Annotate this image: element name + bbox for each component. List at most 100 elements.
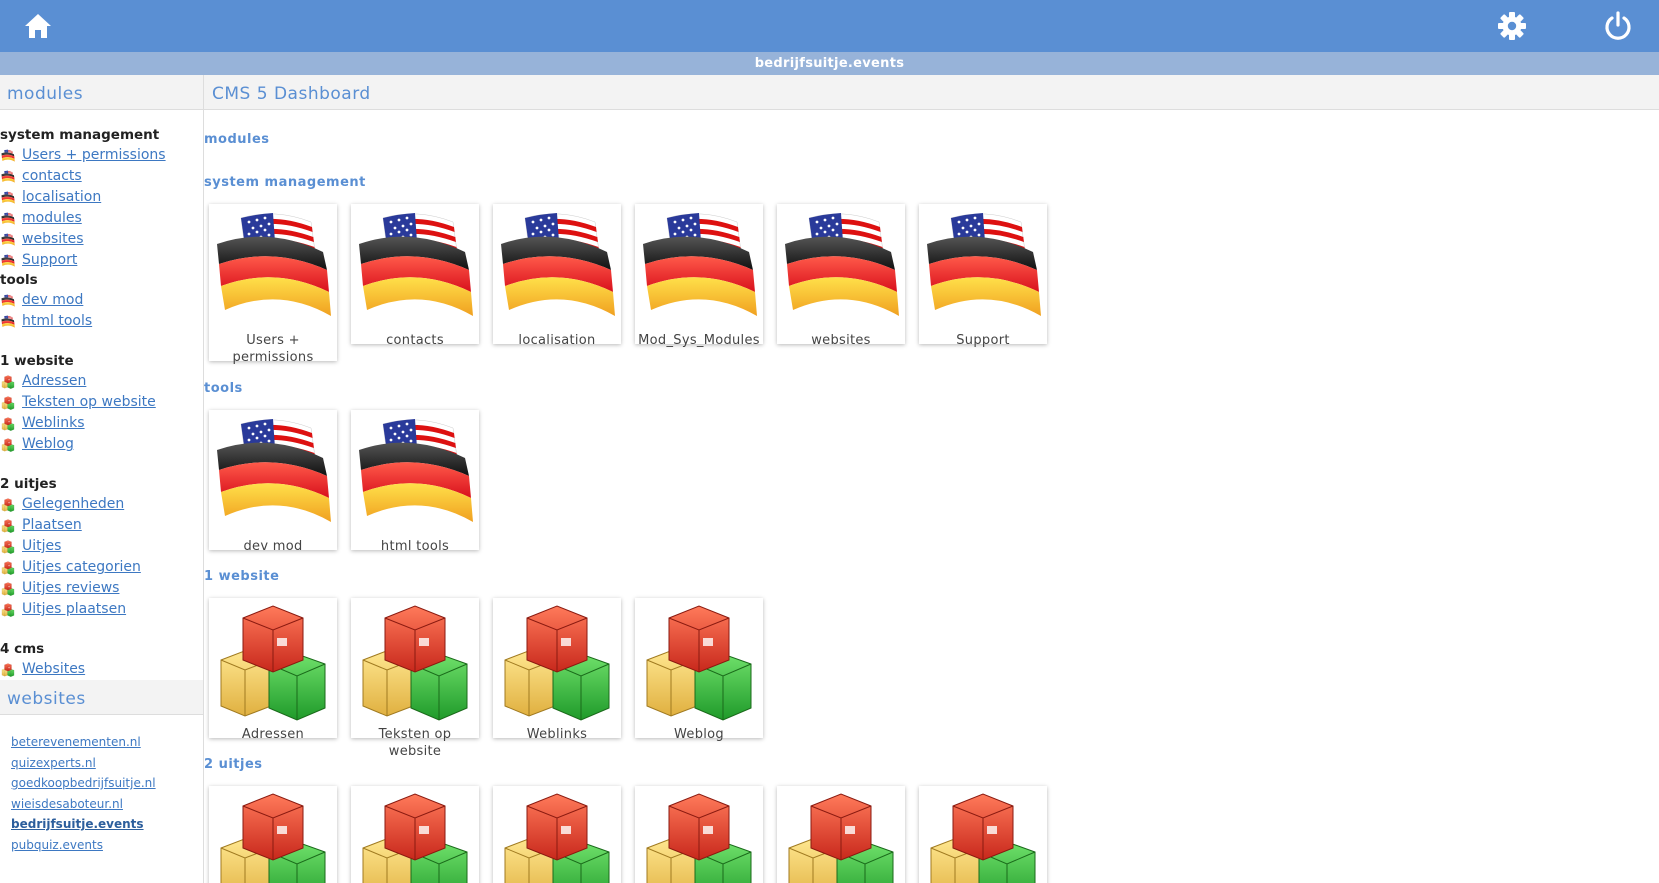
sidebar-item-link[interactable]: Users + permissions [22, 145, 166, 166]
power-icon[interactable] [1600, 8, 1636, 44]
sidebar-item[interactable]: Uitjes plaatsen [0, 599, 203, 620]
flag-icon [0, 212, 16, 226]
sidebar-item-link[interactable]: contacts [22, 166, 82, 187]
sidebar-item-link[interactable]: Teksten op website [22, 392, 156, 413]
sidebar-item[interactable]: Weblinks [0, 413, 203, 434]
flag-icon [0, 149, 16, 163]
boxes-icon [213, 598, 333, 726]
module-tile[interactable]: Teksten op website [351, 598, 479, 759]
boxes-icon [0, 663, 16, 677]
module-tile[interactable]: localisation [493, 204, 621, 348]
flag-icon [0, 170, 16, 184]
module-tile[interactable] [493, 786, 621, 883]
module-tile[interactable] [635, 786, 763, 883]
module-tile-label: Users + permissions [232, 333, 314, 365]
sidebar-item[interactable]: Uitjes reviews [0, 578, 203, 599]
module-tile-label: websites [811, 333, 871, 348]
boxes-icon [0, 603, 16, 617]
sidebar-item[interactable]: Websites [0, 659, 203, 680]
sidebar-item-link[interactable]: dev mod [22, 290, 83, 311]
sidebar-item-link[interactable]: Weblog [22, 434, 74, 455]
flag-icon [355, 204, 475, 332]
sidebar-item-link[interactable]: Weblinks [22, 413, 85, 434]
module-tile[interactable]: dev mod [209, 410, 337, 554]
website-link[interactable]: pubquiz.events [11, 835, 203, 856]
module-tile-label: dev mod [243, 539, 303, 554]
website-link[interactable]: wieisdesaboteur.nl [11, 794, 203, 815]
module-tile[interactable]: Weblog [635, 598, 763, 742]
module-tile-label: Mod_Sys_Modules [638, 333, 760, 348]
sidebar-item[interactable]: Users + permissions [0, 145, 203, 166]
sidebar-item[interactable]: Gelegenheden [0, 494, 203, 515]
sidebar-group-title: tools [0, 272, 38, 288]
home-icon[interactable] [20, 8, 56, 44]
module-tile[interactable] [209, 786, 337, 883]
sidebar-item-link[interactable]: Gelegenheden [22, 494, 124, 515]
module-tile[interactable]: contacts [351, 204, 479, 348]
sidebar-item-link[interactable]: Uitjes [22, 536, 61, 557]
website-link[interactable]: beterevenementen.nl [11, 732, 203, 753]
sidebar-item-link[interactable]: html tools [22, 311, 92, 332]
module-tile[interactable]: Weblinks [493, 598, 621, 742]
sidebar-item[interactable]: Weblog [0, 434, 203, 455]
module-nav: system management Users + permissions cont… [0, 110, 203, 680]
sidebar-item[interactable]: Support [0, 250, 203, 271]
gear-icon[interactable] [1494, 8, 1530, 44]
websites-panel-title: websites [0, 680, 203, 715]
sidebar-item-link[interactable]: Uitjes reviews [22, 578, 119, 599]
sidebar-item[interactable]: Plaatsen [0, 515, 203, 536]
website-list: beterevenementen.nl quizexperts.nl goedkoo… [0, 715, 203, 855]
boxes-icon [0, 438, 16, 452]
website-link[interactable]: bedrijfsuitje.events [11, 814, 203, 835]
boxes-icon [0, 561, 16, 575]
boxes-icon [0, 540, 16, 554]
website-link[interactable]: quizexperts.nl [11, 753, 203, 774]
flag-icon [0, 233, 16, 247]
sidebar-item[interactable]: Uitjes categorien [0, 557, 203, 578]
sidebar-item[interactable]: websites [0, 229, 203, 250]
module-tile-row: dev mod html tools [209, 410, 493, 554]
main-content: CMS 5 Dashboard modules system management… [204, 75, 1659, 883]
sidebar-item-link[interactable]: Support [22, 250, 77, 271]
module-tile[interactable] [919, 786, 1047, 883]
module-tile-label: contacts [386, 333, 444, 348]
module-tile[interactable] [351, 786, 479, 883]
module-tile[interactable] [777, 786, 905, 883]
sidebar: modules system management Users + permiss… [0, 75, 204, 883]
boxes-icon [923, 786, 1043, 883]
sidebar-item-link[interactable]: Websites [22, 659, 85, 680]
sidebar-item-link[interactable]: modules [22, 208, 82, 229]
sidebar-item[interactable]: Teksten op website [0, 392, 203, 413]
sidebar-item-link[interactable]: websites [22, 229, 84, 250]
sidebar-item-link[interactable]: Adressen [22, 371, 86, 392]
boxes-icon [0, 582, 16, 596]
boxes-icon [497, 786, 617, 883]
flag-icon [0, 254, 16, 268]
flag-icon [923, 204, 1043, 332]
sidebar-item-link[interactable]: Uitjes plaatsen [22, 599, 126, 620]
module-tile[interactable]: Support [919, 204, 1047, 348]
sidebar-item[interactable]: contacts [0, 166, 203, 187]
boxes-icon [213, 786, 333, 883]
module-tile[interactable]: html tools [351, 410, 479, 554]
sidebar-item[interactable]: html tools [0, 311, 203, 332]
module-tile[interactable]: Mod_Sys_Modules [635, 204, 763, 348]
module-tile[interactable]: Users + permissions [209, 204, 337, 365]
module-tile[interactable]: Adressen [209, 598, 337, 742]
website-link[interactable]: goedkoopbedrijfsuitje.nl [11, 773, 203, 794]
sidebar-item[interactable]: modules [0, 208, 203, 229]
sidebar-item[interactable]: Adressen [0, 371, 203, 392]
sidebar-item[interactable]: localisation [0, 187, 203, 208]
sidebar-item[interactable]: Uitjes [0, 536, 203, 557]
boxes-icon [0, 417, 16, 431]
module-tile[interactable]: websites [777, 204, 905, 348]
sidebar-item-link[interactable]: Plaatsen [22, 515, 82, 536]
flag-icon [0, 315, 16, 329]
sidebar-item-link[interactable]: localisation [22, 187, 101, 208]
section-title: 2 uitjes [204, 757, 263, 772]
boxes-icon [639, 598, 759, 726]
page-title: CMS 5 Dashboard [204, 75, 1659, 110]
sidebar-item[interactable]: dev mod [0, 290, 203, 311]
module-tile-row: Users + permissions contacts localisation M… [209, 204, 1061, 365]
sidebar-item-link[interactable]: Uitjes categorien [22, 557, 141, 578]
